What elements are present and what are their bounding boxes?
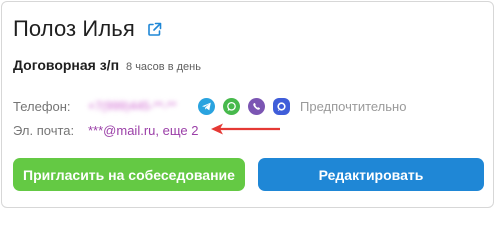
email-value[interactable]: ***@mail.ru, еще 2	[88, 123, 198, 138]
preferred-label: Предпочтительно	[300, 98, 407, 114]
whatsapp-icon[interactable]	[223, 97, 240, 115]
candidate-name: Полоз Илья	[13, 16, 135, 41]
edit-button[interactable]: Редактировать	[258, 158, 484, 191]
viber-icon[interactable]	[248, 97, 265, 115]
candidate-card: Полоз Илья Договорная з/п 8 часов в день…	[1, 1, 494, 208]
email-row: Эл. почта: ***@mail.ru, еще 2	[13, 120, 198, 140]
salary-type: Договорная з/п	[13, 57, 120, 73]
annotation-arrow	[211, 123, 280, 135]
email-label: Эл. почта:	[13, 122, 75, 138]
max-messenger-icon[interactable]	[273, 97, 290, 115]
phone-row: Телефон: +7(999)445-**-** Предпочтительн	[13, 96, 406, 116]
work-hours: 8 часов в день	[126, 61, 201, 73]
phone-value[interactable]: +7(999)445-**-**	[88, 99, 198, 113]
candidate-header: Полоз Илья	[13, 16, 162, 42]
external-link-icon[interactable]	[147, 22, 162, 37]
telegram-icon[interactable]	[198, 97, 215, 115]
job-info: Договорная з/п 8 часов в день	[13, 57, 201, 73]
phone-label: Телефон:	[13, 98, 71, 114]
invite-to-interview-button[interactable]: Пригласить на собеседование	[13, 158, 245, 191]
